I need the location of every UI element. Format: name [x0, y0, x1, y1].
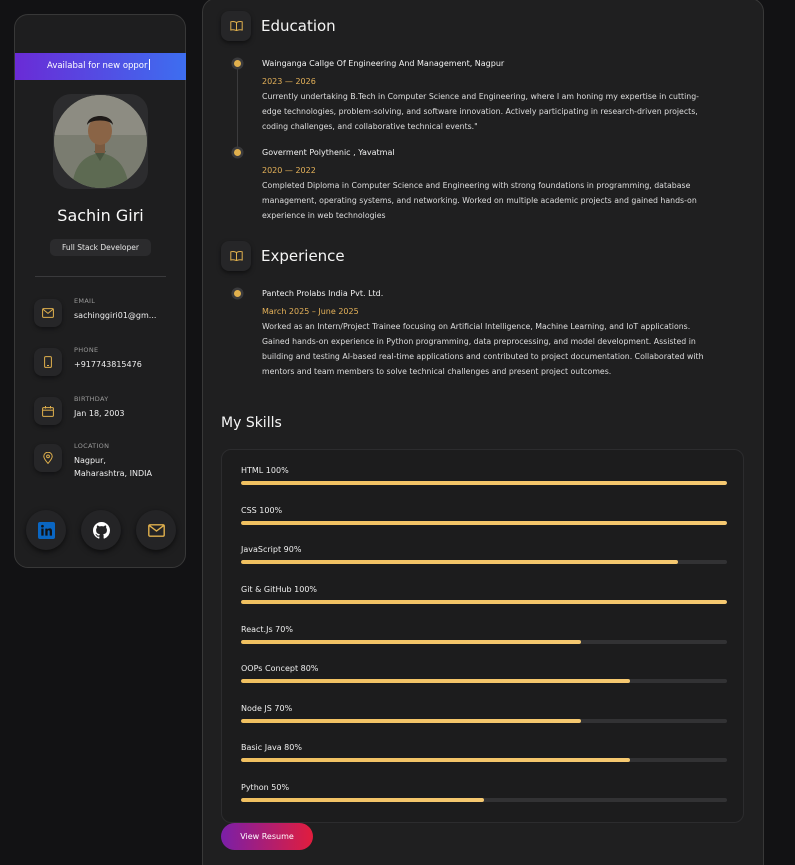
skill-progress-track	[241, 600, 727, 604]
skills-title: My Skills	[221, 415, 282, 431]
skill-item: OOPs Concept 80%	[241, 664, 727, 683]
linkedin-icon[interactable]	[26, 510, 66, 550]
skill-progress-fill	[241, 679, 630, 683]
skill-progress-track	[241, 758, 727, 762]
sidebar-divider	[35, 276, 166, 277]
contact-value[interactable]: sachinggiri01@gm...	[74, 309, 169, 322]
timeline-dot	[234, 149, 241, 156]
skill-progress-fill	[241, 640, 582, 644]
skill-progress-fill	[241, 758, 630, 762]
job-title-badge: Full Stack Developer	[50, 239, 151, 256]
skill-progress-track	[241, 521, 727, 525]
contact-value[interactable]: +917743815476	[74, 358, 169, 371]
skill-item: JavaScript 90%	[241, 545, 727, 564]
item-description: Currently undertaking B.Tech in Computer…	[262, 92, 699, 131]
skill-progress-track	[241, 560, 727, 564]
skill-item: React.Js 70%	[241, 625, 727, 644]
github-icon[interactable]	[81, 510, 121, 550]
avatar-frame	[53, 94, 148, 189]
availability-banner[interactable]: Availabal for new oppor	[15, 53, 186, 80]
view-resume-button[interactable]: View Resume	[221, 823, 313, 850]
date-range: 2023 — 2026	[262, 77, 316, 86]
skill-label: Git & GitHub 100%	[241, 585, 318, 594]
timeline-dot	[234, 60, 241, 67]
text-caret	[148, 59, 150, 70]
skill-label: Basic Java 80%	[241, 743, 302, 752]
institution-name: Goverment Polythenic , Yavatmal	[262, 148, 395, 157]
education-item: Wainganga Callge Of Engineering And Mana…	[262, 59, 707, 134]
skill-progress-track	[241, 640, 727, 644]
profile-name: Sachin Giri	[57, 206, 144, 225]
skill-progress-fill	[241, 481, 727, 485]
date-range: 2020 — 2022	[262, 166, 316, 175]
experience-item: Pantech Prolabs India Pvt. Ltd. March 20…	[262, 289, 707, 379]
skill-progress-track	[241, 719, 727, 723]
skill-item: Python 50%	[241, 783, 727, 802]
book-icon	[221, 241, 251, 271]
contact-label: EMAIL	[74, 297, 96, 305]
skill-label: CSS 100%	[241, 506, 283, 515]
profile-sidebar: Availabal for new oppor Sachin Giri Full…	[14, 14, 186, 568]
institution-name: Wainganga Callge Of Engineering And Mana…	[262, 59, 505, 68]
skill-progress-fill	[241, 560, 679, 564]
skill-progress-track	[241, 679, 727, 683]
item-description: Worked as an Intern/Project Trainee focu…	[262, 322, 704, 376]
location-icon	[34, 444, 62, 472]
skill-item: HTML 100%	[241, 466, 727, 485]
skill-progress-fill	[241, 719, 582, 723]
skill-progress-track	[241, 481, 727, 485]
education-title: Education	[261, 17, 336, 35]
timeline-line	[237, 63, 238, 153]
skill-label: React.Js 70%	[241, 625, 293, 634]
phone-icon	[34, 348, 62, 376]
skill-progress-track	[241, 798, 727, 802]
availability-text: Availabal for new oppor	[47, 61, 148, 71]
skill-item: Git & GitHub 100%	[241, 585, 727, 604]
social-links	[26, 510, 176, 550]
skill-label: HTML 100%	[241, 466, 289, 475]
contact-value: Jan 18, 2003	[74, 409, 125, 418]
skill-progress-fill	[241, 798, 484, 802]
experience-title: Experience	[261, 247, 345, 265]
avatar	[54, 95, 147, 188]
date-range: March 2025 – June 2025	[262, 307, 359, 316]
contact-value: Nagpur, Maharashtra, INDIA	[74, 456, 152, 478]
mail-icon[interactable]	[136, 510, 176, 550]
skill-item: Basic Java 80%	[241, 743, 727, 762]
calendar-icon	[34, 397, 62, 425]
skills-panel: HTML 100% CSS 100% JavaScript 90% Git & Git…	[221, 449, 744, 823]
skill-label: Node JS 70%	[241, 704, 293, 713]
contact-label: BIRTHDAY	[74, 395, 109, 403]
skill-progress-fill	[241, 600, 727, 604]
education-item: Goverment Polythenic , Yavatmal 2020 — 2…	[262, 148, 707, 223]
skill-label: Python 50%	[241, 783, 290, 792]
mail-icon	[34, 299, 62, 327]
timeline-dot	[234, 290, 241, 297]
contact-label: LOCATION	[74, 442, 110, 450]
skill-label: OOPs Concept 80%	[241, 664, 319, 673]
skill-progress-fill	[241, 521, 727, 525]
book-icon	[221, 11, 251, 41]
skill-label: JavaScript 90%	[241, 545, 302, 554]
company-name: Pantech Prolabs India Pvt. Ltd.	[262, 289, 384, 298]
skill-item: Node JS 70%	[241, 704, 727, 723]
contact-label: PHONE	[74, 346, 99, 354]
item-description: Completed Diploma in Computer Science an…	[262, 181, 697, 220]
skill-item: CSS 100%	[241, 506, 727, 525]
